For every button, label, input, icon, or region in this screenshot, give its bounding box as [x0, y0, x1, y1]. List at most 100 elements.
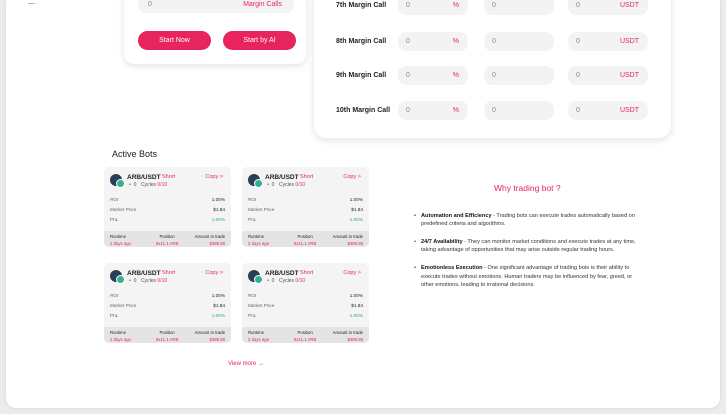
amount-in-trade: Amount in trade $389.88: [333, 330, 363, 342]
pnl-value: 1.00%: [211, 217, 225, 222]
usdt-coin-icon: [254, 275, 263, 284]
pnl-value: 1.00%: [211, 313, 225, 318]
why-item-heading: Emotionless Execution: [421, 265, 483, 272]
copy-bot-link[interactable]: Copy >: [205, 270, 223, 276]
margin-call-price-input[interactable]: 0 %: [398, 66, 468, 85]
total-unit: USDT: [619, 107, 639, 114]
margin-calls-card: 7th Margin Call 0 % 0 0 USDT 8th Margin …: [314, 0, 671, 138]
price-unit: %: [452, 2, 459, 9]
margin-call-price-input[interactable]: 0 %: [398, 32, 468, 51]
bot-pair: ARB/USDT: [265, 174, 299, 181]
bot-card[interactable]: ARB/USDT Short Copy > ⚬ 0 Cycles 0/10 RO…: [104, 263, 231, 343]
bot-cycles: Cycles 0/10: [141, 182, 167, 188]
margin-call-row: 9th Margin Call 0 % 0 0 USDT: [314, 66, 671, 85]
why-item-heading: 24/7 Availability: [421, 239, 463, 246]
cycles-label: Cycles: [279, 278, 295, 284]
margin-call-amount-input[interactable]: 0: [484, 0, 554, 15]
bot-card-footer: Runtime 2 days ago Position 8x11.1 ARB Amo…: [242, 327, 369, 343]
cycles-label: Cycles: [141, 278, 157, 284]
amount-value: $389.88: [347, 241, 363, 246]
position: Position 8x11.1 ARB: [294, 330, 316, 342]
market-price-value: $1.84: [213, 207, 225, 212]
margin-call-total-input[interactable]: 0 USDT: [568, 101, 648, 120]
market-price-label: Market Price: [248, 207, 275, 212]
price-value: 0: [406, 72, 410, 79]
margin-calls-value: 0: [148, 1, 152, 8]
cycles-value: 0/10: [295, 278, 306, 284]
runtime-label: Runtime: [110, 330, 127, 335]
margin-calls-field[interactable]: 0 Margin Calls: [138, 0, 294, 13]
roi-value: 1.00%: [211, 293, 225, 298]
why-item-heading: Automation and Efficiency: [421, 213, 492, 219]
roi-row: ROI 1.00%: [110, 293, 225, 300]
margin-call-price-input[interactable]: 0 %: [398, 0, 468, 15]
market-price-row: Market Price $1.84: [110, 207, 225, 214]
position-value: 8x11.1 ARB: [294, 337, 317, 342]
price-value: 0: [406, 2, 410, 9]
roi-value: 1.00%: [349, 293, 363, 298]
margin-call-price-input[interactable]: 0 %: [398, 101, 468, 120]
bot-card[interactable]: ARB/USDT Short Copy > ⚬ 0 Cycles 0/10 RO…: [242, 167, 369, 247]
margin-calls-unit: Margin Calls: [243, 1, 282, 8]
amount-label: Amount in trade: [194, 330, 225, 335]
pnl-value: 1.00%: [349, 217, 363, 222]
copy-bot-link[interactable]: Copy >: [343, 270, 361, 276]
bot-card-footer: Runtime 2 days ago Position 8x11.1 ARB Amo…: [104, 231, 231, 247]
margin-call-label: 8th Margin Call: [336, 38, 387, 45]
margin-call-row: 8th Margin Call 0 % 0 0 USDT: [314, 32, 671, 51]
margin-call-total-input[interactable]: 0 USDT: [568, 0, 648, 15]
cycles-label: Cycles: [141, 182, 157, 188]
position: Position 8x11.1 ARB: [156, 234, 178, 246]
position-label: Position: [297, 234, 313, 239]
start-by-ai-button[interactable]: Start by AI: [223, 31, 296, 50]
bot-side: Short: [162, 174, 176, 180]
margin-call-amount-input[interactable]: 0: [484, 32, 554, 51]
margin-call-total-input[interactable]: 0 USDT: [568, 66, 648, 85]
roi-label: ROI: [248, 293, 257, 298]
margin-call-row: 7th Margin Call 0 % 0 0 USDT: [314, 0, 671, 15]
bot-card[interactable]: ARB/USDT Short Copy > ⚬ 0 Cycles 0/10 RO…: [104, 167, 231, 247]
total-value: 0: [576, 38, 580, 45]
bot-cycles: Cycles 0/10: [279, 182, 305, 188]
users-count: 0: [133, 278, 137, 284]
why-trading-bot-title: Why trading bot ?: [494, 183, 561, 193]
runtime-value: 2 days ago: [248, 241, 270, 246]
runtime: Runtime 2 days ago: [248, 330, 269, 342]
users-count: 0: [133, 182, 137, 188]
bot-card-header: ARB/USDT Short Copy > ⚬ 0 Cycles 0/10: [242, 167, 369, 191]
market-price-row: Market Price $1.84: [248, 303, 363, 310]
market-price-label: Market Price: [248, 303, 275, 308]
price-unit: %: [452, 38, 459, 45]
amount-in-trade: Amount in trade $389.88: [195, 234, 225, 246]
bot-card[interactable]: ARB/USDT Short Copy > ⚬ 0 Cycles 0/10 RO…: [242, 263, 369, 343]
position-label: Position: [159, 234, 175, 239]
market-price-value: $1.84: [213, 303, 225, 308]
why-item: Automation and Efficiency - Trading bots…: [414, 212, 642, 228]
runtime-value: 2 days ago: [110, 241, 132, 246]
margin-call-total-input[interactable]: 0 USDT: [568, 32, 648, 51]
pnl-label: PnL: [110, 217, 119, 222]
roi-row: ROI 1.00%: [248, 197, 363, 204]
copy-bot-link[interactable]: Copy >: [343, 174, 361, 180]
start-now-button[interactable]: Start Now: [138, 31, 211, 50]
menu-icon[interactable]: [28, 3, 35, 4]
roi-label: ROI: [110, 293, 119, 298]
copy-bot-link[interactable]: Copy >: [205, 174, 223, 180]
market-price-value: $1.84: [351, 207, 363, 212]
position-label: Position: [159, 330, 175, 335]
runtime: Runtime 2 days ago: [110, 330, 131, 342]
amount-value: $389.88: [347, 337, 363, 342]
pnl-label: PnL: [110, 313, 119, 318]
bot-users: ⚬ 0: [128, 182, 137, 188]
amount-in-trade: Amount in trade $389.88: [195, 330, 225, 342]
runtime-value: 2 days ago: [248, 337, 270, 342]
pnl-row: PnL 1.00%: [110, 217, 225, 224]
margin-call-amount-input[interactable]: 0: [484, 101, 554, 120]
bot-card-footer: Runtime 2 days ago Position 8x11.1 ARB Amo…: [104, 327, 231, 343]
bot-card-header: ARB/USDT Short Copy > ⚬ 0 Cycles 0/10: [104, 167, 231, 191]
margin-call-amount-input[interactable]: 0: [484, 66, 554, 85]
strategy-card: 0 Margin Calls Start Now Start by AI: [124, 0, 306, 64]
runtime-value: 2 days ago: [110, 337, 132, 342]
bot-side: Short: [300, 174, 314, 180]
view-more-link[interactable]: View more →: [228, 361, 264, 367]
